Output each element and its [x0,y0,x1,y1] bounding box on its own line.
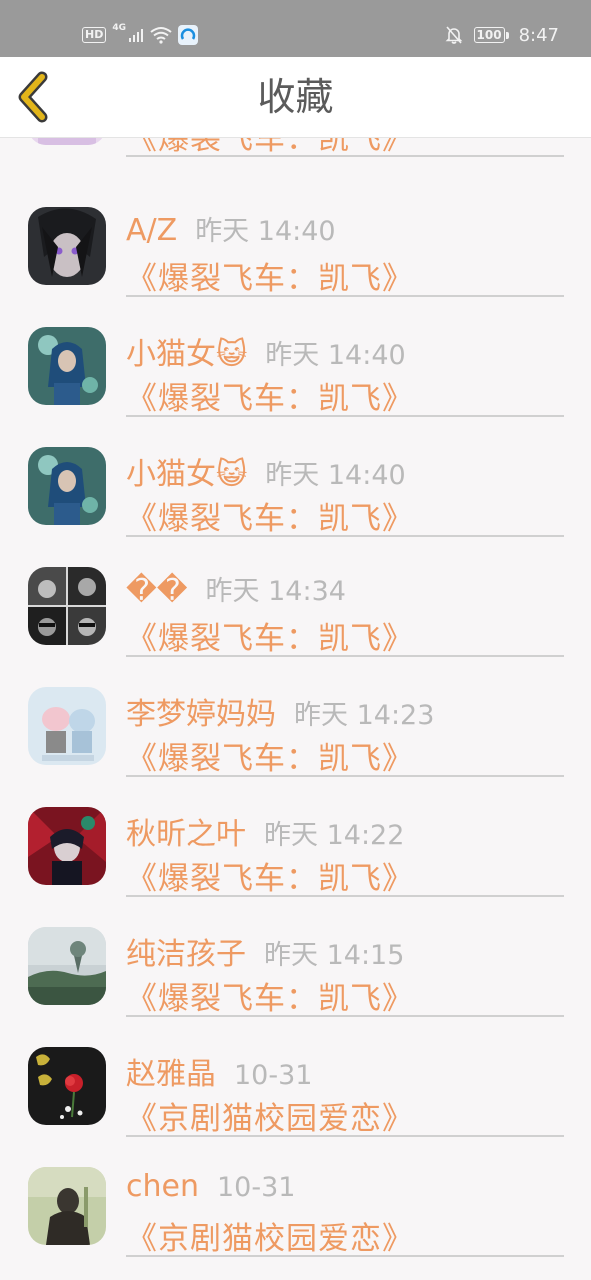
user-name: 小猫女😺 [126,337,248,372]
hd-indicator: HD [82,27,107,43]
wifi-icon [150,27,172,44]
list-item[interactable]: 纯洁孩子 昨天 14:15 《爆裂飞车：凯飞》 [0,903,591,1023]
avatar [28,807,106,885]
user-name: A/Z [126,213,178,248]
favorites-list[interactable]: 《爆裂飞车：凯飞》 A/Z 昨天 14:40 《爆裂飞车：凯飞》 小猫女😺 昨天… [0,137,591,1280]
status-left: HD 4G [82,20,198,50]
user-name: chen [126,1169,199,1204]
user-name: �� [126,573,188,608]
user-name: 李梦婷妈妈 [126,697,276,732]
divider [126,295,564,297]
list-item[interactable]: 小猫女😺 昨天 14:40 《爆裂飞车：凯飞》 [0,423,591,543]
user-name: 纯洁孩子 [126,937,246,972]
battery-indicator: 100 [473,27,509,43]
work-title: 《京剧猫校园爱恋》 [126,1101,414,1137]
list-item[interactable]: 李梦婷妈妈 昨天 14:23 《爆裂飞车：凯飞》 [0,663,591,783]
timestamp: 昨天 14:15 [264,940,405,971]
work-title: 《爆裂飞车：凯飞》 [126,261,414,297]
list-item[interactable]: 《爆裂飞车：凯飞》 [0,137,591,163]
work-title: 《爆裂飞车：凯飞》 [126,381,414,417]
avatar [28,687,106,765]
timestamp: 昨天 14:23 [294,700,435,731]
divider [126,1255,564,1257]
user-name: 赵雅晶 [126,1057,216,1092]
avatar [28,137,106,145]
avatar [28,327,106,405]
user-name: 秋昕之叶 [126,817,246,852]
timestamp: 10-31 [234,1060,313,1091]
signal-icon [129,29,143,42]
work-title: 《京剧猫校园爱恋》 [126,1221,414,1257]
network-type: 4G [112,23,126,33]
list-item[interactable]: chen 10-31 《京剧猫校园爱恋》 [0,1143,591,1263]
app-notification-icon [178,25,198,45]
divider [126,415,564,417]
work-title: 《爆裂飞车：凯飞》 [126,741,414,777]
avatar [28,1167,106,1245]
work-title: 《爆裂飞车：凯飞》 [126,501,414,537]
bell-off-icon [445,26,462,44]
avatar [28,1047,106,1125]
status-right: 100 8:47 [444,20,559,50]
timestamp: 昨天 14:40 [265,460,406,491]
divider [126,895,564,897]
status-bar: HD 4G 100 8:47 [0,0,591,57]
title-bar: 收藏 [0,57,591,138]
timestamp: 10-31 [216,1172,296,1203]
timestamp: 昨天 14:40 [265,340,406,371]
divider [126,535,564,537]
work-title: 《爆裂飞车：凯飞》 [126,621,414,657]
work-title: 《爆裂飞车：凯飞》 [126,861,414,897]
avatar [28,207,106,285]
divider [126,775,564,777]
clock: 8:47 [518,24,559,46]
divider [126,1015,564,1017]
work-title: 《爆裂飞车：凯飞》 [126,981,414,1017]
timestamp: 昨天 14:22 [264,820,405,851]
timestamp: 昨天 14:34 [205,576,346,607]
list-item[interactable]: �� 昨天 14:34 《爆裂飞车：凯飞》 [0,543,591,663]
avatar [28,927,106,1005]
list-item[interactable]: A/Z 昨天 14:40 《爆裂飞车：凯飞》 [0,183,591,303]
user-name: 小猫女😺 [126,457,248,492]
list-item[interactable]: 小猫女😺 昨天 14:40 《爆裂飞车：凯飞》 [0,303,591,423]
page-title: 收藏 [257,75,334,119]
divider [126,655,564,657]
timestamp: 昨天 14:40 [195,216,336,247]
list-item[interactable]: 赵雅晶 10-31 《京剧猫校园爱恋》 [0,1023,591,1143]
divider [126,155,564,157]
divider [126,1135,564,1137]
avatar [28,567,106,645]
avatar [28,447,106,525]
list-item[interactable]: 秋昕之叶 昨天 14:22 《爆裂飞车：凯飞》 [0,783,591,903]
